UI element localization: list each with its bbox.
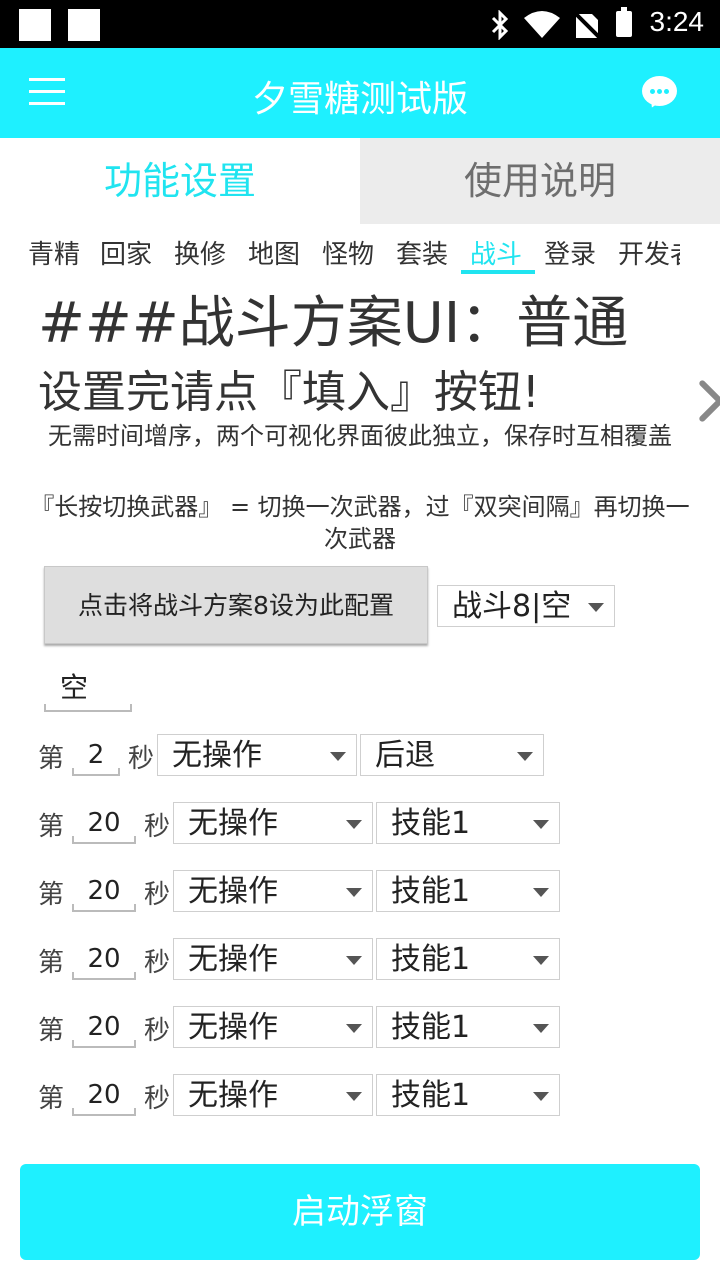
- chat-icon[interactable]: [642, 76, 677, 111]
- action-select[interactable]: 无操作: [173, 938, 373, 980]
- note-text: 『长按切换武器』 = 切换一次武器，过『双突间隔』再切换一次武器: [30, 493, 690, 553]
- seconds-field[interactable]: 20: [72, 940, 136, 980]
- start-floating-window-button[interactable]: 启动浮窗: [20, 1164, 700, 1260]
- action-select[interactable]: 无操作: [173, 802, 373, 844]
- action-select[interactable]: 无操作: [173, 1074, 373, 1116]
- action-select[interactable]: 无操作: [173, 1006, 373, 1048]
- subtab-home[interactable]: 回家: [100, 234, 152, 271]
- wifi-icon: [524, 11, 560, 38]
- row-prefix: 第: [38, 880, 65, 910]
- clock: 3:24: [649, 6, 705, 37]
- notification-icon: [19, 9, 51, 41]
- seconds-field[interactable]: 20: [72, 1008, 136, 1048]
- action-select[interactable]: 无操作: [173, 870, 373, 912]
- action-select-value: 无操作: [188, 942, 278, 977]
- move-select-value: 技能1: [391, 942, 471, 977]
- plan-name-field[interactable]: 空: [44, 668, 132, 712]
- page-subtitle: 设置完请点『填入』按钮!: [38, 367, 540, 418]
- chevron-down-icon: [330, 752, 346, 761]
- row-suffix: 秒: [144, 1016, 171, 1046]
- action-select-value: 无操作: [188, 874, 278, 909]
- move-select[interactable]: 技能1: [376, 1006, 560, 1048]
- note-text: 无需时间增序，两个可视化界面彼此独立，保存时互相覆盖: [48, 422, 672, 450]
- chevron-down-icon: [533, 820, 549, 829]
- subtab-repair[interactable]: 换修: [174, 234, 226, 271]
- action-select[interactable]: 无操作: [157, 734, 357, 776]
- move-select-value: 技能1: [391, 806, 471, 841]
- app-bar: 夕雪糖测试版: [0, 48, 720, 138]
- chevron-down-icon: [346, 820, 362, 829]
- action-select-value: 无操作: [188, 1010, 278, 1045]
- chevron-down-icon: [517, 752, 533, 761]
- chevron-down-icon: [533, 1024, 549, 1033]
- move-select-value: 技能1: [391, 1010, 471, 1045]
- move-select-value: 技能1: [391, 1078, 471, 1113]
- move-select[interactable]: 后退: [360, 734, 544, 776]
- seconds-field[interactable]: 20: [72, 1076, 136, 1116]
- bluetooth-icon: [491, 10, 509, 40]
- action-select-value: 无操作: [172, 738, 262, 773]
- subtab-map[interactable]: 地图: [248, 234, 300, 271]
- subtab-battle[interactable]: 战斗: [470, 234, 522, 271]
- plan-select-value: 战斗8|空: [452, 589, 572, 624]
- chevron-down-icon: [533, 888, 549, 897]
- row-prefix: 第: [38, 1084, 65, 1114]
- row-suffix: 秒: [144, 1084, 171, 1114]
- chevron-down-icon: [346, 1024, 362, 1033]
- seconds-field[interactable]: 20: [72, 804, 136, 844]
- subtab-developer[interactable]: 开发者: [618, 234, 680, 271]
- move-select-value: 技能1: [391, 874, 471, 909]
- tab-function-settings[interactable]: 功能设置: [0, 138, 360, 224]
- sub-tab-strip[interactable]: 青精 回家 换修 地图 怪物 套装 战斗 登录 开发者: [0, 226, 680, 276]
- subtab-monster[interactable]: 怪物: [322, 234, 374, 271]
- action-select-value: 无操作: [188, 1078, 278, 1113]
- seconds-field[interactable]: 2: [72, 736, 120, 776]
- subtab-outfit[interactable]: 套装: [396, 234, 448, 271]
- set-plan-button[interactable]: 点击将战斗方案8设为此配置: [44, 566, 428, 644]
- row-suffix: 秒: [128, 744, 155, 774]
- row-suffix: 秒: [144, 880, 171, 910]
- row-prefix: 第: [38, 1016, 65, 1046]
- app-title: 夕雪糖测试版: [251, 79, 468, 120]
- move-select[interactable]: 技能1: [376, 870, 560, 912]
- page-title: ###战斗方案UI：普通: [38, 291, 629, 356]
- chevron-down-icon: [533, 1092, 549, 1101]
- chevron-down-icon: [588, 603, 604, 612]
- move-select-value: 后退: [375, 738, 435, 773]
- active-tab-indicator: [461, 270, 535, 274]
- row-suffix: 秒: [144, 948, 171, 978]
- move-select[interactable]: 技能1: [376, 938, 560, 980]
- subtab-qingjing[interactable]: 青精: [28, 234, 80, 271]
- row-prefix: 第: [38, 812, 65, 842]
- chevron-down-icon: [533, 956, 549, 965]
- battery-icon: [616, 7, 632, 37]
- tab-instructions[interactable]: 使用说明: [360, 138, 720, 224]
- move-select[interactable]: 技能1: [376, 1074, 560, 1116]
- notification-icon: [68, 9, 100, 41]
- plan-select[interactable]: 战斗8|空: [437, 585, 615, 627]
- subtab-login[interactable]: 登录: [544, 234, 596, 271]
- status-bar: 3:24: [0, 0, 720, 48]
- row-suffix: 秒: [144, 812, 171, 842]
- seconds-field[interactable]: 20: [72, 872, 136, 912]
- row-prefix: 第: [38, 744, 65, 774]
- chevron-down-icon: [346, 888, 362, 897]
- action-select-value: 无操作: [188, 806, 278, 841]
- close-icon[interactable]: [694, 368, 720, 436]
- chevron-down-icon: [346, 956, 362, 965]
- chevron-down-icon: [346, 1092, 362, 1101]
- move-select[interactable]: 技能1: [376, 802, 560, 844]
- row-prefix: 第: [38, 948, 65, 978]
- signal-off-icon: [572, 10, 600, 38]
